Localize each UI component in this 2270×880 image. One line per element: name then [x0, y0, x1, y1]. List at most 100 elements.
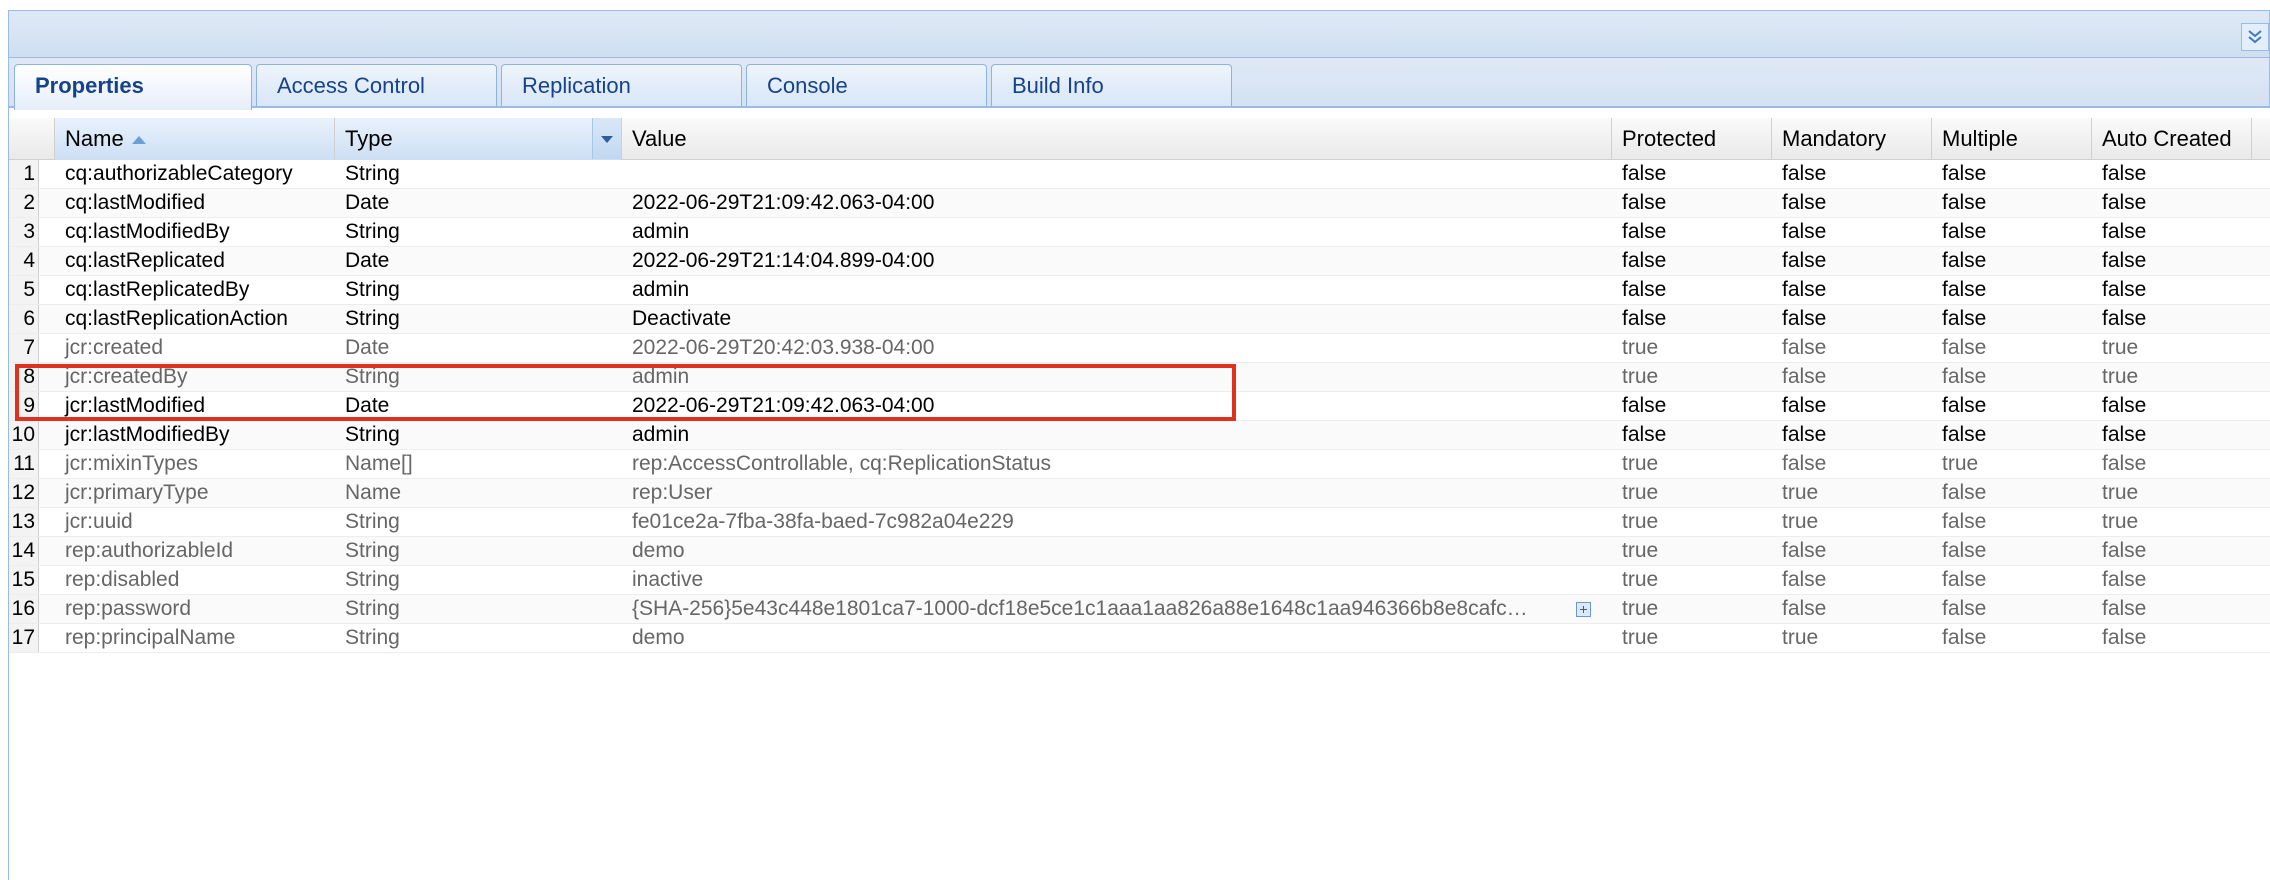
- cell-multiple[interactable]: true: [1932, 450, 2092, 478]
- cell-name[interactable]: rep:principalName: [55, 624, 335, 652]
- cell-protected[interactable]: false: [1612, 421, 1772, 449]
- cell-protected[interactable]: false: [1612, 160, 1772, 188]
- cell-type[interactable]: String: [335, 566, 622, 594]
- cell-name[interactable]: cq:authorizableCategory: [55, 160, 335, 188]
- cell-value[interactable]: rep:User: [622, 479, 1612, 507]
- cell-type[interactable]: Date: [335, 334, 622, 362]
- tab-properties[interactable]: Properties: [14, 64, 252, 110]
- cell-protected[interactable]: false: [1612, 189, 1772, 217]
- cell-auto-created[interactable]: false: [2092, 537, 2252, 565]
- cell-mandatory[interactable]: false: [1772, 450, 1932, 478]
- cell-mandatory[interactable]: false: [1772, 189, 1932, 217]
- cell-mandatory[interactable]: true: [1772, 508, 1932, 536]
- cell-value[interactable]: 2022-06-29T21:14:04.899-04:00: [622, 247, 1612, 275]
- table-row[interactable]: 12 jcr:primaryType Name rep:User true true fal…: [9, 479, 2270, 508]
- cell-type[interactable]: Name[]: [335, 450, 622, 478]
- collapse-panel-button[interactable]: [2241, 23, 2269, 51]
- cell-mandatory[interactable]: false: [1772, 276, 1932, 304]
- cell-name[interactable]: jcr:uuid: [55, 508, 335, 536]
- cell-protected[interactable]: true: [1612, 334, 1772, 362]
- cell-type[interactable]: String: [335, 160, 622, 188]
- cell-multiple[interactable]: false: [1932, 276, 2092, 304]
- cell-protected[interactable]: false: [1612, 305, 1772, 333]
- cell-name[interactable]: cq:lastModifiedBy: [55, 218, 335, 246]
- cell-type[interactable]: String: [335, 305, 622, 333]
- cell-name[interactable]: cq:lastReplicationAction: [55, 305, 335, 333]
- cell-value[interactable]: 2022-06-29T21:09:42.063-04:00: [622, 189, 1612, 217]
- cell-name[interactable]: jcr:createdBy: [55, 363, 335, 391]
- cell-value[interactable]: [622, 160, 1612, 188]
- cell-protected[interactable]: true: [1612, 450, 1772, 478]
- cell-value[interactable]: admin: [622, 421, 1612, 449]
- cell-protected[interactable]: false: [1612, 276, 1772, 304]
- cell-auto-created[interactable]: false: [2092, 189, 2252, 217]
- cell-mandatory[interactable]: false: [1772, 566, 1932, 594]
- cell-name[interactable]: jcr:created: [55, 334, 335, 362]
- cell-auto-created[interactable]: false: [2092, 421, 2252, 449]
- cell-name[interactable]: rep:authorizableId: [55, 537, 335, 565]
- table-row[interactable]: 9 jcr:lastModified Date 2022-06-29T21:09:42…: [9, 392, 2270, 421]
- cell-mandatory[interactable]: false: [1772, 392, 1932, 420]
- cell-protected[interactable]: false: [1612, 247, 1772, 275]
- cell-protected[interactable]: true: [1612, 566, 1772, 594]
- cell-protected[interactable]: true: [1612, 537, 1772, 565]
- cell-protected[interactable]: false: [1612, 218, 1772, 246]
- expand-value-icon[interactable]: [1576, 602, 1591, 617]
- cell-protected[interactable]: true: [1612, 363, 1772, 391]
- cell-type[interactable]: String: [335, 595, 622, 623]
- cell-multiple[interactable]: false: [1932, 595, 2092, 623]
- cell-mandatory[interactable]: false: [1772, 218, 1932, 246]
- table-row[interactable]: 15 rep:disabled String inactive true false fal…: [9, 566, 2270, 595]
- cell-auto-created[interactable]: false: [2092, 450, 2252, 478]
- cell-value[interactable]: Deactivate: [622, 305, 1612, 333]
- cell-mandatory[interactable]: false: [1772, 247, 1932, 275]
- cell-name[interactable]: cq:lastReplicatedBy: [55, 276, 335, 304]
- table-row[interactable]: 2 cq:lastModified Date 2022-06-29T21:09:42.…: [9, 189, 2270, 218]
- table-row[interactable]: 13 jcr:uuid String fe01ce2a-7fba-38fa-baed-…: [9, 508, 2270, 537]
- cell-protected[interactable]: true: [1612, 624, 1772, 652]
- cell-protected[interactable]: true: [1612, 508, 1772, 536]
- cell-auto-created[interactable]: false: [2092, 566, 2252, 594]
- table-row[interactable]: 5 cq:lastReplicatedBy String admin false fals…: [9, 276, 2270, 305]
- column-header-mandatory[interactable]: Mandatory: [1772, 118, 1932, 160]
- cell-name[interactable]: jcr:lastModified: [55, 392, 335, 420]
- cell-type[interactable]: Date: [335, 247, 622, 275]
- cell-mandatory[interactable]: false: [1772, 421, 1932, 449]
- cell-multiple[interactable]: false: [1932, 160, 2092, 188]
- column-header-type[interactable]: Type: [335, 118, 622, 160]
- table-row[interactable]: 10 jcr:lastModifiedBy String admin false fals…: [9, 421, 2270, 450]
- table-row[interactable]: 17 rep:principalName String demo true true fal…: [9, 624, 2270, 653]
- cell-type[interactable]: String: [335, 218, 622, 246]
- cell-mandatory[interactable]: true: [1772, 479, 1932, 507]
- cell-type[interactable]: Name: [335, 479, 622, 507]
- cell-value[interactable]: fe01ce2a-7fba-38fa-baed-7c982a04e229: [622, 508, 1612, 536]
- column-header-value[interactable]: Value: [622, 118, 1612, 160]
- cell-auto-created[interactable]: false: [2092, 276, 2252, 304]
- cell-multiple[interactable]: false: [1932, 363, 2092, 391]
- cell-multiple[interactable]: false: [1932, 624, 2092, 652]
- cell-value[interactable]: 2022-06-29T20:42:03.938-04:00: [622, 334, 1612, 362]
- cell-protected[interactable]: false: [1612, 392, 1772, 420]
- tab-build-info[interactable]: Build Info: [991, 64, 1232, 108]
- cell-auto-created[interactable]: true: [2092, 363, 2252, 391]
- cell-mandatory[interactable]: true: [1772, 624, 1932, 652]
- cell-mandatory[interactable]: false: [1772, 305, 1932, 333]
- cell-multiple[interactable]: false: [1932, 479, 2092, 507]
- cell-mandatory[interactable]: false: [1772, 537, 1932, 565]
- cell-multiple[interactable]: false: [1932, 566, 2092, 594]
- cell-name[interactable]: cq:lastReplicated: [55, 247, 335, 275]
- cell-name[interactable]: jcr:lastModifiedBy: [55, 421, 335, 449]
- cell-type[interactable]: String: [335, 624, 622, 652]
- cell-multiple[interactable]: false: [1932, 218, 2092, 246]
- cell-multiple[interactable]: false: [1932, 189, 2092, 217]
- cell-auto-created[interactable]: true: [2092, 479, 2252, 507]
- cell-value[interactable]: rep:AccessControllable, cq:ReplicationSt…: [622, 450, 1612, 478]
- cell-name[interactable]: rep:disabled: [55, 566, 335, 594]
- cell-name[interactable]: jcr:primaryType: [55, 479, 335, 507]
- cell-auto-created[interactable]: true: [2092, 508, 2252, 536]
- cell-name[interactable]: rep:password: [55, 595, 335, 623]
- cell-type[interactable]: Date: [335, 392, 622, 420]
- cell-type[interactable]: String: [335, 421, 622, 449]
- cell-multiple[interactable]: false: [1932, 334, 2092, 362]
- tab-access-control[interactable]: Access Control: [256, 64, 497, 108]
